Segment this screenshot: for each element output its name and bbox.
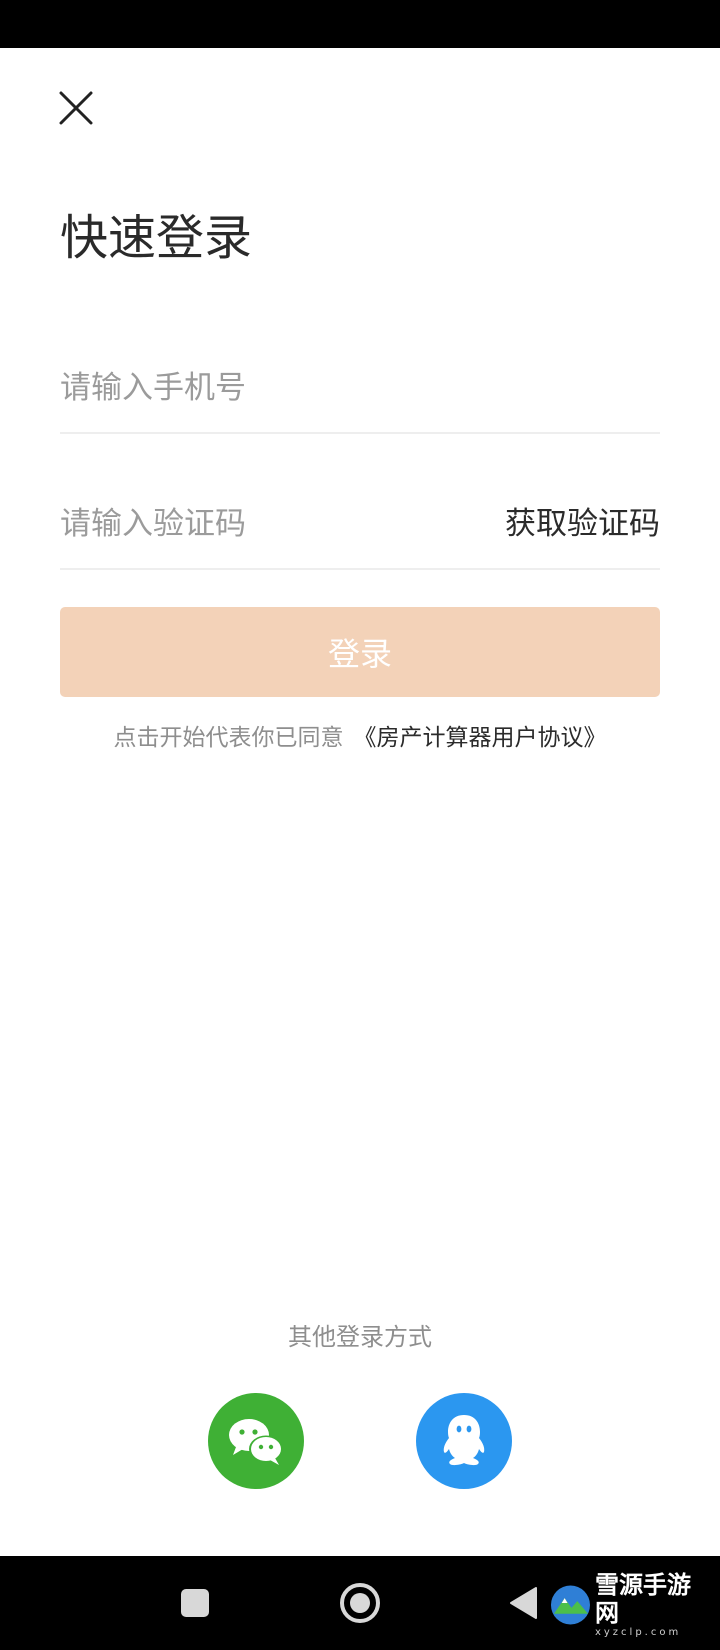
- close-button[interactable]: [54, 86, 98, 130]
- code-field: 获取验证码: [60, 480, 660, 570]
- mountain-logo-icon: [550, 1585, 590, 1625]
- login-button[interactable]: 登录: [60, 607, 660, 697]
- qq-icon: [443, 1415, 485, 1466]
- phone-input[interactable]: [60, 344, 660, 432]
- recent-apps-button[interactable]: [170, 1578, 220, 1628]
- agreement-link[interactable]: 《房产计算器用户协议》: [354, 725, 607, 751]
- back-button[interactable]: [498, 1578, 548, 1628]
- code-input[interactable]: [60, 480, 480, 568]
- phone-field: [60, 344, 660, 434]
- circle-icon: [340, 1583, 380, 1623]
- watermark: 雪源手游网 xyzclp.com: [550, 1568, 712, 1642]
- watermark-domain: xyzclp.com: [594, 1627, 682, 1638]
- status-bar: [0, 0, 720, 48]
- close-icon[interactable]: [59, 91, 93, 125]
- wechat-login-button[interactable]: [208, 1393, 304, 1489]
- agreement: 点击开始代表你已同意 《房产计算器用户协议》: [0, 721, 720, 755]
- watermark-name: 雪源手游网: [594, 1570, 691, 1627]
- home-button[interactable]: [335, 1578, 385, 1628]
- square-icon: [181, 1589, 209, 1617]
- page-title: 快速登录: [60, 210, 253, 266]
- get-code-button[interactable]: 获取验证码: [505, 480, 660, 568]
- triangle-back-icon: [510, 1587, 537, 1619]
- qq-login-button[interactable]: [416, 1393, 512, 1489]
- other-login-label: 其他登录方式: [288, 1323, 432, 1351]
- agreement-text: 点击开始代表你已同意: [113, 725, 344, 751]
- wechat-icon: [229, 1419, 283, 1465]
